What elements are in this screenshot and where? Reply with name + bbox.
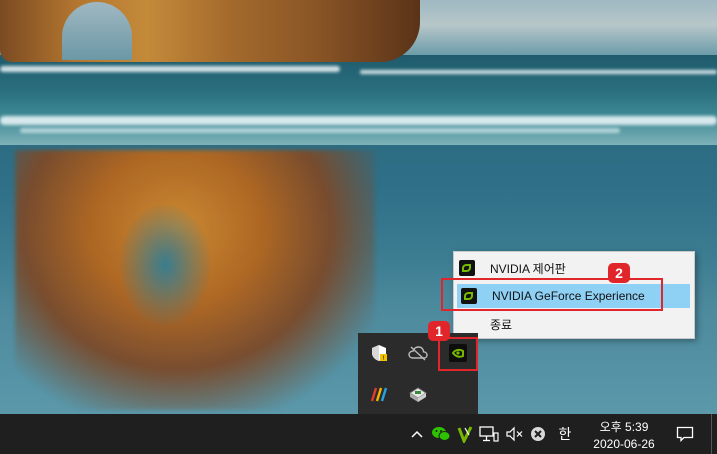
nvidia-icon <box>459 260 475 276</box>
cloud-offline-icon[interactable] <box>408 343 428 363</box>
chevron-up-icon[interactable] <box>409 424 425 444</box>
menu-item-exit[interactable]: 종료 <box>455 312 692 336</box>
network-icon[interactable] <box>478 424 500 444</box>
highlight-box-1 <box>438 337 478 371</box>
security-shield-icon[interactable]: ! <box>369 343 389 363</box>
wallpaper-wave <box>360 70 717 74</box>
step-badge-1: 1 <box>428 321 450 341</box>
stop-icon[interactable] <box>528 424 548 444</box>
volume-muted-icon[interactable] <box>504 424 526 444</box>
step-badge-2: 2 <box>608 263 630 283</box>
stripes-app-icon[interactable] <box>369 384 389 404</box>
taskbar-clock[interactable]: 오후 5:39 2020-06-26 <box>586 415 662 453</box>
clock-time: 오후 5:39 <box>599 420 649 434</box>
notification-icon[interactable] <box>675 424 695 444</box>
menu-item-nvidia-control-panel[interactable]: NVIDIA 제어판 <box>455 256 692 280</box>
ime-indicator[interactable]: 한 <box>556 424 574 444</box>
wallpaper-wave <box>0 116 717 125</box>
menu-item-label: NVIDIA 제어판 <box>490 261 566 276</box>
puzzle-app-icon[interactable] <box>408 384 428 404</box>
show-desktop-button[interactable] <box>711 414 712 454</box>
nvidia-icon[interactable] <box>455 424 475 444</box>
wechat-icon[interactable] <box>431 424 451 444</box>
wallpaper-wave <box>0 66 340 72</box>
wallpaper-reflection-arch <box>120 205 210 325</box>
clock-date: 2020-06-26 <box>593 437 655 451</box>
wallpaper-wave <box>20 128 620 133</box>
highlight-box-2 <box>441 278 663 311</box>
menu-item-label: 종료 <box>490 317 513 332</box>
